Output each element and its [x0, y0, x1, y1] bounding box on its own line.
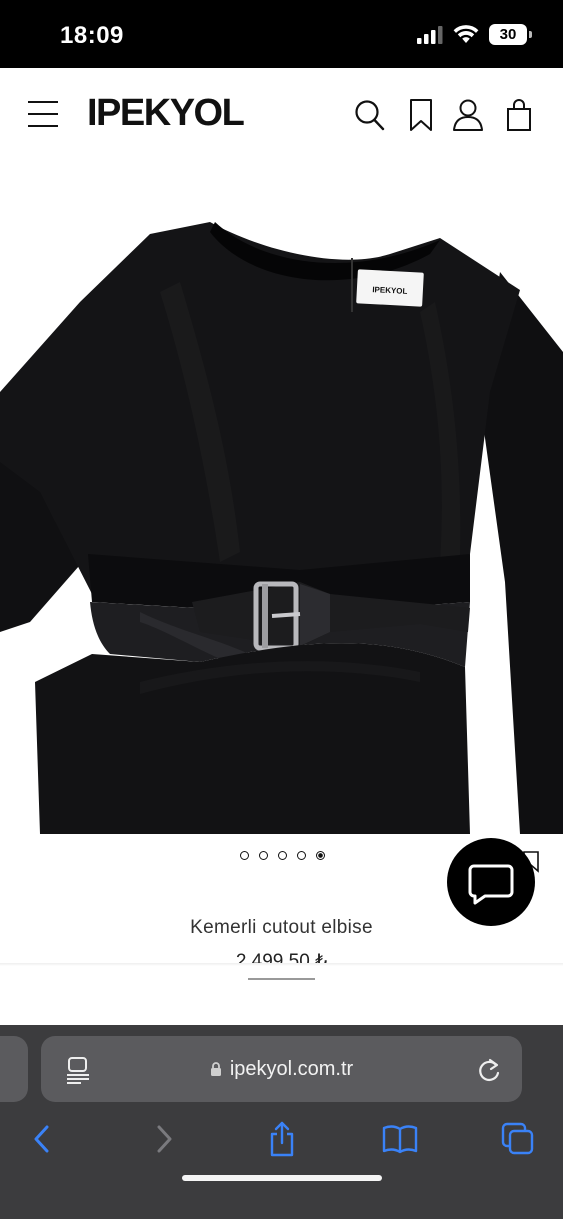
share-button[interactable]: [262, 1117, 302, 1161]
dress-illustration: IPEKYOL: [0, 222, 563, 834]
url-text[interactable]: ipekyol.com.tr: [230, 1058, 353, 1081]
chevron-right-icon: [157, 1125, 172, 1153]
bookmarks-button[interactable]: [380, 1117, 420, 1161]
brand-logo[interactable]: IPEKYOL: [87, 92, 245, 135]
carousel-dot[interactable]: [278, 851, 287, 860]
carousel-dot[interactable]: [240, 851, 249, 860]
lock-icon: [210, 1062, 221, 1076]
status-bar: 18:09 30: [0, 0, 563, 68]
open-book-icon: [382, 1125, 418, 1154]
carousel-indicator: [240, 851, 325, 860]
forward-button[interactable]: [144, 1117, 184, 1161]
status-icons: 30: [417, 24, 532, 45]
tabs-icon: [501, 1122, 534, 1155]
bookmark-icon[interactable]: [405, 98, 437, 132]
dress-brand-label: IPEKYOL: [372, 285, 408, 296]
battery-indicator: 30: [489, 24, 532, 45]
reload-icon[interactable]: [476, 1056, 502, 1084]
sticky-divider: [0, 963, 563, 966]
address-bar[interactable]: ipekyol.com.tr: [41, 1036, 522, 1102]
share-icon: [270, 1121, 294, 1157]
product-name[interactable]: Kemerli cutout elbise: [0, 917, 563, 939]
signal-icon: [417, 25, 443, 44]
carousel-dot[interactable]: [297, 851, 306, 860]
previous-tab-preview[interactable]: [0, 1036, 28, 1102]
chat-button[interactable]: [447, 838, 535, 926]
browser-toolbar: ipekyol.com.tr: [0, 1025, 563, 1219]
home-indicator: [182, 1175, 382, 1181]
back-button[interactable]: [22, 1117, 62, 1161]
status-time: 18:09: [60, 22, 124, 49]
tabs-button[interactable]: [498, 1117, 538, 1161]
browser-nav-row: [0, 1117, 563, 1161]
tab-underline: [248, 978, 315, 980]
chevron-left-icon: [34, 1125, 49, 1153]
hamburger-menu-icon[interactable]: [28, 98, 58, 130]
product-image[interactable]: IPEKYOL: [0, 162, 563, 834]
shopping-bag-icon[interactable]: [503, 98, 535, 132]
user-icon[interactable]: [452, 98, 484, 132]
carousel-dot-active[interactable]: [316, 851, 325, 860]
chat-bubble-icon: [468, 864, 514, 905]
search-icon[interactable]: [354, 98, 386, 132]
site-header: IPEKYOL: [0, 68, 563, 162]
carousel-dot[interactable]: [259, 851, 268, 860]
wifi-icon: [453, 25, 479, 43]
